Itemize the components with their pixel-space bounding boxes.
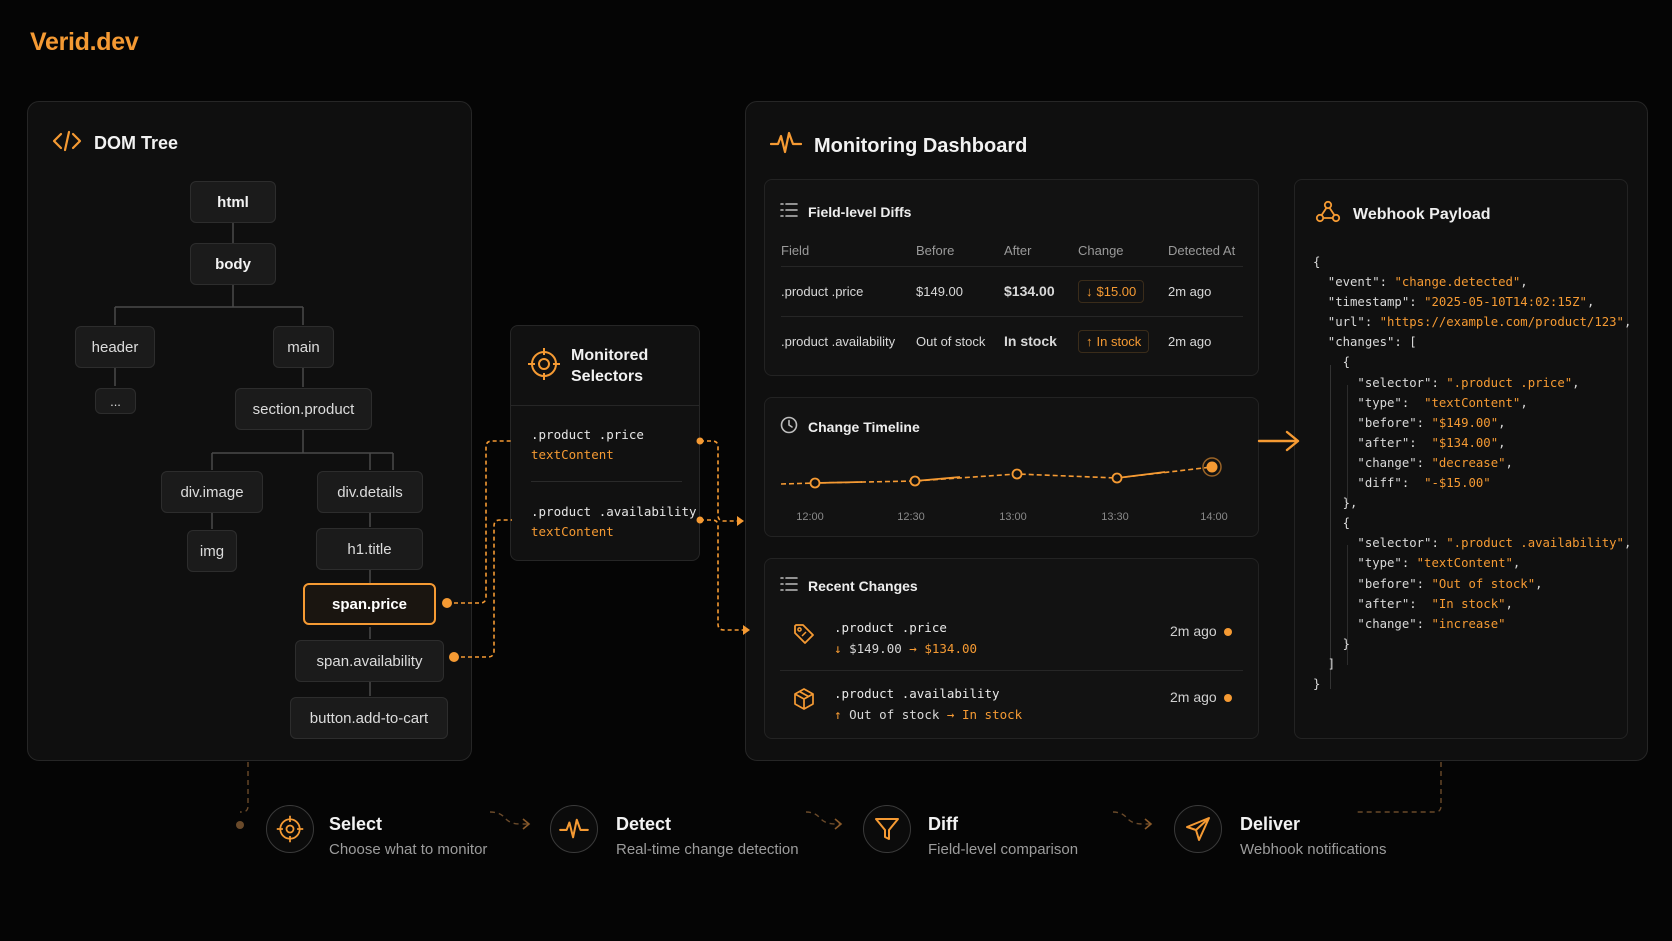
list-icon (780, 576, 798, 595)
table-header-row: Field Before After Change Detected At (781, 236, 1243, 266)
dom-node-span-availability[interactable]: span.availability (295, 640, 444, 682)
diff-detected: 2m ago (1168, 265, 1243, 316)
step-select-title: Select (329, 814, 383, 834)
field-diffs-title: Field-level Diffs (780, 202, 911, 221)
monitored-title: Monitored Selectors (571, 347, 649, 385)
status-dot (1224, 628, 1232, 636)
webhook-title: Webhook Payload (1315, 199, 1491, 230)
dom-tree-title-text: DOM Tree (94, 133, 179, 153)
diff-change: ↑ In stock (1078, 315, 1168, 366)
dom-node-button-add-to-cart[interactable]: button.add-to-cart (290, 697, 448, 739)
list-icon (780, 202, 798, 221)
brand-logo[interactable]: Verid.dev (30, 28, 139, 57)
dom-node-h1-title[interactable]: h1.title (316, 528, 423, 570)
column-header: After (1004, 243, 1032, 259)
recent-change-time: 2m ago (1170, 689, 1217, 705)
box-icon (792, 687, 816, 716)
timeline-tick-label: 13:00 (999, 511, 1027, 523)
dom-node-img[interactable]: img (187, 530, 237, 572)
dom-node-span-price[interactable]: span.price (303, 583, 436, 625)
diff-detected: 2m ago (1168, 315, 1243, 366)
change-timeline-title: Change Timeline (780, 416, 920, 437)
dom-node-body[interactable]: body (190, 243, 276, 285)
dom-node-section-product[interactable]: section.product (235, 388, 372, 430)
crosshair-icon (527, 347, 561, 386)
dom-tree-title: DOM Tree (52, 130, 178, 157)
pulse-icon (769, 130, 803, 162)
dom-node-main[interactable]: main (273, 326, 334, 368)
table-row[interactable]: .product .availability Out of stock In s… (781, 315, 1243, 366)
tag-icon (792, 622, 816, 651)
clock-icon (780, 416, 798, 437)
recent-change-time: 2m ago (1170, 623, 1217, 639)
diff-after: In stock (1004, 315, 1078, 366)
divider (780, 670, 1243, 671)
dom-node-div-details[interactable]: div.details (317, 471, 423, 513)
dashboard-title: Monitoring Dashboard (769, 130, 1028, 162)
status-dot (1224, 694, 1232, 702)
webhook-json: { "event": "change.detected", "timestamp… (1313, 255, 1632, 691)
diff-field: .product .price (781, 265, 916, 316)
step-diff-title: Diff (928, 814, 958, 834)
recent-change-values: ↓ $149.00 → $134.00 (834, 641, 978, 656)
diff-change: ↓ $15.00 (1078, 265, 1168, 316)
divider (531, 481, 682, 482)
column-header: Detected At (1168, 243, 1236, 259)
recent-changes-title: Recent Changes (780, 576, 918, 595)
diff-before: Out of stock (916, 315, 1004, 366)
diff-before: $149.00 (916, 265, 1004, 316)
step-detect-icon (550, 805, 598, 853)
step-diff-desc: Field-level comparison (928, 841, 1079, 858)
change-badge: ↑ In stock (1078, 329, 1150, 353)
step-deliver-desc: Webhook notifications (1240, 841, 1387, 858)
step-diff-icon (863, 805, 911, 853)
dom-node-html[interactable]: html (190, 181, 276, 223)
timeline-tick-label: 13:30 (1101, 511, 1129, 523)
column-header: Field (781, 243, 810, 259)
divider (511, 405, 699, 406)
recent-change-field: .product .availability (834, 686, 1000, 701)
step-select-desc: Choose what to monitor (329, 841, 488, 858)
recent-change-field: .product .price (834, 620, 947, 635)
dom-node-div-image[interactable]: div.image (161, 471, 263, 513)
dashboard-title-text: Monitoring Dashboard (814, 134, 1028, 157)
timeline-tick-label: 14:00 (1200, 511, 1228, 523)
code-icon (52, 130, 82, 157)
step-select-icon (266, 805, 314, 853)
step-detect-desc: Real-time change detection (616, 841, 799, 858)
monitored-selector-item[interactable]: .product .availability textContent (531, 502, 697, 542)
table-row[interactable]: .product .price $149.00 $134.00 ↓ $15.00 … (781, 265, 1243, 316)
recent-change-values: ↑ Out of stock → In stock (834, 707, 1023, 722)
webhook-icon (1315, 199, 1341, 230)
change-badge: ↓ $15.00 (1078, 279, 1145, 303)
timeline-tick-label: 12:30 (897, 511, 925, 523)
column-header: Before (916, 243, 955, 259)
timeline-tick-label: 12:00 (796, 511, 824, 523)
step-deliver-icon (1174, 805, 1222, 853)
diff-field: .product .availability (781, 315, 916, 366)
column-header: Change (1078, 243, 1124, 259)
dom-node-ellipsis[interactable]: ... (95, 388, 136, 414)
step-detect-title: Detect (616, 814, 672, 834)
diff-after: $134.00 (1004, 265, 1078, 316)
monitored-selector-item[interactable]: .product .price textContent (531, 425, 644, 465)
field-diffs-table: Field Before After Change Detected At .p… (781, 236, 1243, 366)
dom-node-header[interactable]: header (75, 326, 155, 368)
step-deliver-title: Deliver (1240, 814, 1301, 834)
